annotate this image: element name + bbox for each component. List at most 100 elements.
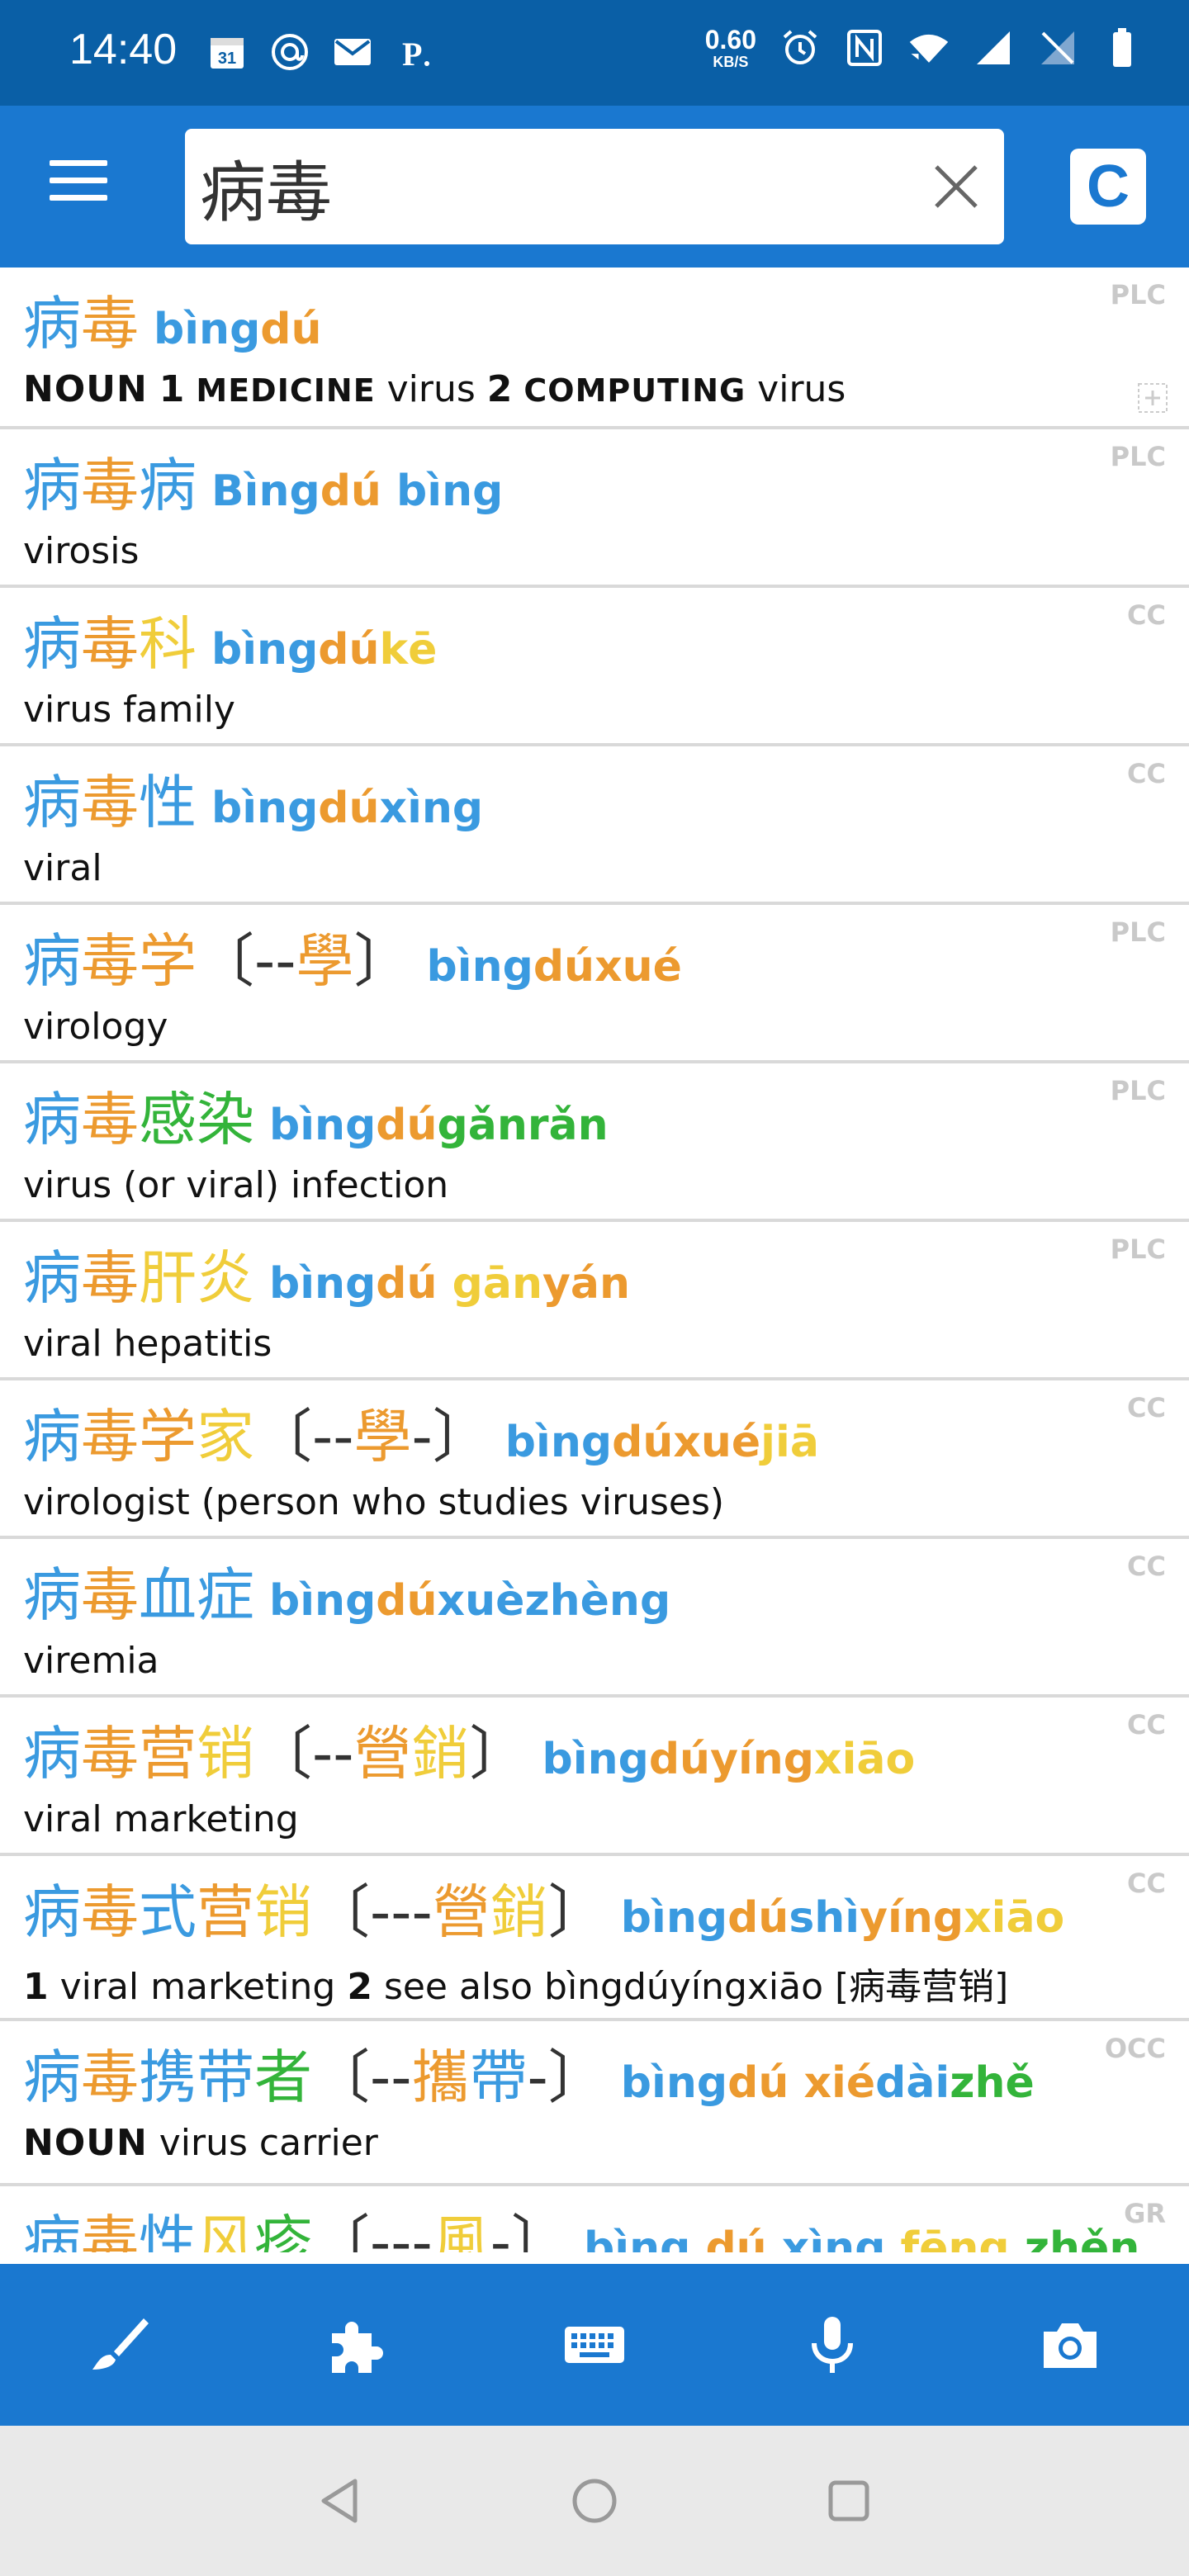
recents-icon — [828, 2480, 869, 2522]
back-icon — [321, 2479, 358, 2523]
entry-headword: 病毒携带者 〔--攜帶-〕 bìngdú xiédàizhě — [23, 2031, 1035, 2114]
entry-traditional: 〔---風-〕 — [312, 2209, 570, 2252]
entry-source-tag: CC — [1127, 1868, 1166, 1899]
result-entry[interactable]: 病毒科 bìngdúkē CC virus family — [0, 588, 1189, 746]
mode-c-button[interactable]: C — [1070, 149, 1146, 225]
result-entry[interactable]: 病毒式营销 〔---營銷〕 bìngdúshìyíngxiāo CC 1 viral m… — [0, 1856, 1189, 2021]
camera-icon — [1044, 2323, 1097, 2368]
voice-button[interactable] — [787, 2299, 878, 2390]
entry-headword: 病毒营销 〔--營銷〕 bìngdúyíngxiāo — [23, 1707, 915, 1791]
menu-icon — [50, 160, 107, 166]
search-box — [185, 129, 1004, 244]
result-entry[interactable]: 病毒 bìngdú PLC NOUN 1 MEDICINE virus 2 COMPU… — [0, 268, 1189, 429]
result-entry[interactable]: 病毒性 bìngdúxìng CC viral — [0, 746, 1189, 905]
puzzle-icon — [332, 2322, 383, 2373]
result-entry[interactable]: 病毒携带者 〔--攜帶-〕 bìngdú xiédàizhě OCC NOUN viru… — [0, 2021, 1189, 2186]
menu-button[interactable] — [50, 160, 107, 210]
entry-pinyin: bìngdúshìyíngxiāo — [620, 1893, 1065, 1943]
entry-hanzi: 病毒学家 — [23, 1403, 254, 1470]
svg-text:P: P — [402, 36, 422, 70]
entry-pinyin: bìngdúkē — [211, 625, 438, 675]
entry-headword: 病毒肝炎 bìngdú gānyán — [23, 1232, 630, 1315]
entry-source-tag: GR — [1124, 2198, 1166, 2229]
no-sim-icon — [1037, 27, 1078, 69]
entry-traditional: 〔--學-〕 — [254, 1403, 490, 1470]
keyboard-icon — [565, 2327, 624, 2363]
result-entry[interactable]: 病毒性风疹 〔---風-〕 bìng dú xìng fēng zhěn GR — [0, 2186, 1189, 2252]
battery-icon — [1101, 27, 1143, 69]
entry-source-tag: CC — [1127, 1392, 1166, 1423]
microphone-icon — [812, 2317, 853, 2373]
nav-back-button[interactable] — [311, 2472, 369, 2530]
entry-source-tag: OCC — [1104, 2033, 1166, 2064]
input-toolbar — [0, 2264, 1189, 2426]
entry-definition: viral hepatitis — [23, 1323, 272, 1365]
entry-headword: 病毒性风疹 〔---風-〕 bìng dú xìng fēng zhěn — [23, 2196, 1139, 2252]
entry-pinyin: bìngdú xiédàizhě — [620, 2058, 1035, 2108]
entry-headword: 病毒感染 bìngdúgǎnrǎn — [23, 1073, 609, 1157]
entry-headword: 病毒性 bìngdúxìng — [23, 756, 483, 840]
entry-traditional: 〔--學〕 — [197, 927, 412, 995]
entry-pinyin: bìng dú xìng fēng zhěn — [584, 2223, 1140, 2252]
camera-button[interactable] — [1025, 2299, 1116, 2390]
entry-source-tag: PLC — [1110, 441, 1166, 472]
result-entry[interactable]: 病毒营销 〔--營銷〕 bìngdúyíngxiāo CC viral marketin… — [0, 1698, 1189, 1856]
results-list[interactable]: 病毒 bìngdú PLC NOUN 1 MEDICINE virus 2 COMPU… — [0, 268, 1189, 2252]
entry-pinyin: bìngdúxuèzhèng — [269, 1576, 671, 1626]
entry-hanzi: 病毒性风疹 — [23, 2209, 312, 2252]
entry-hanzi: 病毒学 — [23, 927, 197, 995]
clear-search-button[interactable] — [931, 162, 981, 211]
entry-headword: 病毒血症 bìngdúxuèzhèng — [23, 1549, 670, 1632]
mail-icon — [332, 31, 373, 73]
entry-definition: virus (or viral) infection — [23, 1164, 449, 1206]
entry-source-tag: PLC — [1110, 1075, 1166, 1106]
result-entry[interactable]: 病毒病 Bìngdú bìng PLC virosis — [0, 429, 1189, 588]
entry-source-tag: CC — [1127, 599, 1166, 631]
entry-pinyin: bìngdúgǎnrǎn — [269, 1101, 609, 1150]
keyboard-button[interactable] — [549, 2299, 640, 2390]
addons-button[interactable] — [311, 2299, 402, 2390]
at-icon — [269, 31, 310, 73]
search-input[interactable] — [198, 142, 912, 233]
entry-hanzi: 病毒肝炎 — [23, 1244, 254, 1312]
entry-traditional: 〔---營銷〕 — [312, 1878, 606, 1946]
entry-hanzi: 病毒营销 — [23, 1720, 254, 1788]
result-entry[interactable]: 病毒学 〔--學〕 bìngdúxué PLC virology — [0, 905, 1189, 1063]
entry-traditional: 〔--攜帶-〕 — [312, 2043, 606, 2111]
status-bar: 14:40 31 P 0.60 KB/S — [0, 0, 1189, 106]
entry-headword: 病毒学家 〔--學-〕 bìngdúxuéjiā — [23, 1390, 819, 1474]
entry-definition: virologist (person who studies viruses) — [23, 1481, 725, 1523]
entry-hanzi: 病毒感染 — [23, 1086, 254, 1153]
result-entry[interactable]: 病毒学家 〔--學-〕 bìngdúxuéjiā CC virologist (pers… — [0, 1380, 1189, 1539]
result-entry[interactable]: 病毒感染 bìngdúgǎnrǎn PLC virus (or viral) infe… — [0, 1063, 1189, 1222]
expand-icon[interactable] — [1136, 381, 1169, 414]
entry-definition: 1 viral marketing 2 see also bìngdúyíngx… — [23, 1966, 1009, 2008]
entry-definition: viral — [23, 847, 102, 889]
entry-hanzi: 病毒病 — [23, 452, 197, 519]
entry-pinyin: bìngdúxìng — [211, 784, 484, 833]
result-entry[interactable]: 病毒肝炎 bìngdú gānyán PLC viral hepatitis — [0, 1222, 1189, 1380]
result-entry[interactable]: 病毒血症 bìngdúxuèzhèng CC viremia — [0, 1539, 1189, 1698]
entry-hanzi: 病毒血症 — [23, 1561, 254, 1629]
svg-text:31: 31 — [218, 50, 236, 68]
entry-pinyin: Bìngdú bìng — [211, 466, 504, 516]
app-bar: C — [0, 106, 1189, 268]
entry-hanzi: 病毒性 — [23, 769, 197, 836]
entry-definition: viral marketing — [23, 1798, 299, 1840]
entry-traditional: 〔--營銷〕 — [254, 1720, 528, 1788]
signal-icon — [973, 27, 1014, 69]
nfc-icon — [844, 27, 885, 69]
nav-recents-button[interactable] — [820, 2472, 878, 2530]
close-icon — [935, 165, 978, 208]
nav-home-button[interactable] — [566, 2472, 623, 2530]
handwriting-button[interactable] — [73, 2299, 164, 2390]
entry-headword: 病毒式营销 〔---營銷〕 bìngdúshìyíngxiāo — [23, 1866, 1064, 1949]
calendar-icon: 31 — [206, 31, 248, 73]
entry-headword: 病毒病 Bìngdú bìng — [23, 439, 503, 523]
entry-headword: 病毒科 bìngdúkē — [23, 598, 437, 681]
brush-icon — [92, 2318, 149, 2370]
alarm-icon — [779, 27, 821, 69]
entry-pinyin: bìngdúxuéjiā — [504, 1418, 819, 1467]
entry-hanzi: 病毒式营销 — [23, 1878, 312, 1946]
entry-source-tag: CC — [1127, 1551, 1166, 1582]
